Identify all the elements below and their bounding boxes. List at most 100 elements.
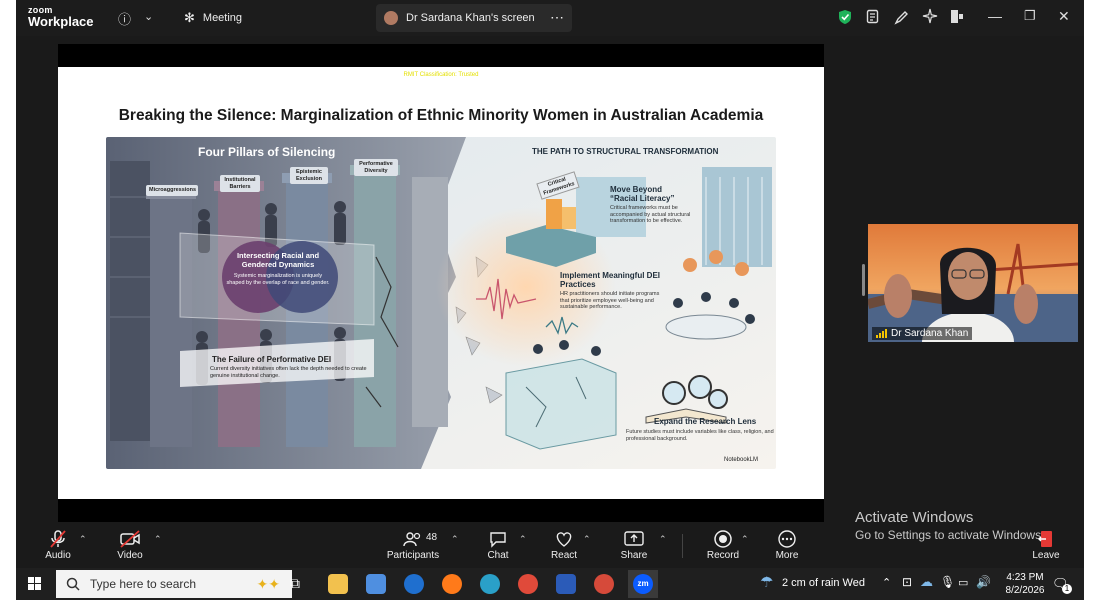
microphone-muted-icon xyxy=(50,530,66,548)
tray-overflow-icon[interactable]: ⌃ xyxy=(882,576,891,589)
participants-count: 48 xyxy=(426,532,438,543)
move-beyond-title: Move Beyond “Racial Literacy” xyxy=(610,185,675,203)
close-icon[interactable]: ✕ xyxy=(1058,8,1070,25)
share-options-caret[interactable]: ⌃ xyxy=(659,534,667,545)
windows-taskbar: Type here to search ✦✦ ⧉ zm ☂ 2 cm of ra… xyxy=(16,568,1084,600)
leave-button[interactable]: Leave xyxy=(1018,528,1074,561)
meeting-controls: Audio ⌃ Video ⌃ Participants 48 ⌃ Chat ⌃… xyxy=(16,524,1084,568)
weather-text[interactable]: 2 cm of rain Wed xyxy=(782,577,865,589)
toolbar-divider xyxy=(682,534,683,558)
participant-name-tag: Dr Sardana Khan xyxy=(872,327,973,340)
video-feed xyxy=(868,224,1078,342)
task-view-icon[interactable]: ⧉ xyxy=(290,575,300,592)
pillar-label-performative-diversity: Performative Diversity xyxy=(354,159,398,176)
onedrive-cloud-icon[interactable]: ☁ xyxy=(920,574,933,590)
edge-icon[interactable] xyxy=(480,574,500,594)
shared-screen-view: RMIT Classification: Trusted Breaking th… xyxy=(58,44,824,522)
audio-label: Audio xyxy=(45,550,71,561)
chevron-down-icon[interactable]: ⌄ xyxy=(144,10,153,23)
more-label: More xyxy=(775,550,799,561)
zoom-app-icon: zm xyxy=(633,574,653,594)
paw-icon: ✻ xyxy=(184,10,195,25)
tab-shared-screen[interactable]: Dr Sardana Khan's screen ⋯ xyxy=(376,4,572,32)
chrome-profile-icon[interactable] xyxy=(594,574,614,594)
left-header: Four Pillars of Silencing xyxy=(198,145,336,159)
participants-options-caret[interactable]: ⌃ xyxy=(451,534,459,545)
chat-button[interactable]: Chat xyxy=(470,528,526,561)
apps-panel-icon[interactable] xyxy=(950,9,964,25)
react-label: React xyxy=(550,550,578,561)
notes-icon[interactable] xyxy=(866,9,880,25)
participant-video-tile[interactable]: Dr Sardana Khan xyxy=(868,224,1078,342)
camera-off-icon xyxy=(120,530,140,548)
leave-label: Leave xyxy=(1032,550,1060,561)
search-icon xyxy=(66,577,80,591)
taskbar-clock[interactable]: 4:23 PM 8/2/2026 xyxy=(1000,571,1050,597)
zoom-taskbar-button[interactable]: zm xyxy=(628,570,658,598)
pillar-label-epistemic-exclusion: Epistemic Exclusion xyxy=(290,167,328,184)
venn-title: Intersecting Racial and Gendered Dynamic… xyxy=(236,251,320,269)
info-icon[interactable]: ⓘ xyxy=(118,9,131,28)
search-placeholder: Type here to search xyxy=(90,577,197,591)
presentation-slide: RMIT Classification: Trusted Breaking th… xyxy=(58,67,824,499)
shield-icon[interactable] xyxy=(838,9,852,25)
video-label: Video xyxy=(117,550,143,561)
venn-text: Systemic marginalization is uniquely sha… xyxy=(226,273,330,286)
outlook-icon[interactable] xyxy=(404,574,424,594)
audio-button[interactable]: Audio xyxy=(30,528,86,561)
right-header: THE PATH TO STRUCTURAL TRANSFORMATION xyxy=(532,147,719,156)
heart-icon xyxy=(556,532,572,547)
whiteboard-pen-icon[interactable] xyxy=(894,9,910,25)
windows-start-icon[interactable] xyxy=(28,577,42,591)
tab-meeting[interactable]: ✻ Meeting xyxy=(176,4,250,32)
tray-mic-icon[interactable]: 🎙 xyxy=(940,575,955,589)
participants-icon xyxy=(403,532,421,547)
chat-label: Chat xyxy=(487,550,509,561)
signal-strength-icon xyxy=(876,329,887,338)
react-options-caret[interactable]: ⌃ xyxy=(583,534,591,545)
dei-practices-title: Implement Meaningful DEI Practices xyxy=(560,271,661,289)
record-options-caret[interactable]: ⌃ xyxy=(741,534,749,545)
chat-options-caret[interactable]: ⌃ xyxy=(519,534,527,545)
audio-options-caret[interactable]: ⌃ xyxy=(79,534,87,545)
more-options-icon[interactable]: ⋯ xyxy=(550,9,564,26)
ai-sparkle-icon[interactable] xyxy=(922,8,938,24)
restore-icon[interactable]: ❐ xyxy=(1024,8,1036,24)
infographic: Four Pillars of Silencing THE PATH TO ST… xyxy=(106,137,776,469)
file-explorer-icon[interactable] xyxy=(328,574,348,594)
record-label: Record xyxy=(706,550,740,561)
resize-handle[interactable] xyxy=(862,264,865,296)
notification-center[interactable]: 🗨 1 xyxy=(1052,575,1072,594)
minimize-icon[interactable]: — xyxy=(988,8,1002,24)
firefox-icon[interactable] xyxy=(442,574,462,594)
microsoft-store-icon[interactable] xyxy=(366,574,386,594)
tab-meeting-label: Meeting xyxy=(202,12,243,24)
weather-rain-icon[interactable]: ☂ xyxy=(760,573,773,591)
pillar-label-institutional-barriers: Institutional Barriers xyxy=(220,175,260,192)
more-button[interactable]: More xyxy=(759,528,815,561)
tray-camera-icon[interactable]: ⊡ xyxy=(902,575,912,589)
dei-practices-text: HR practitioners should initiate program… xyxy=(560,291,660,310)
pillar-label-microaggressions: Microaggressions xyxy=(146,185,198,196)
research-lens-text: Future studies must include variables li… xyxy=(626,429,774,442)
video-button[interactable]: Video xyxy=(102,528,158,561)
failure-text: Current diversity initiatives often lack… xyxy=(210,366,367,379)
chat-icon xyxy=(490,532,506,548)
move-beyond-text: Critical frameworks must be accompanied … xyxy=(610,205,691,224)
battery-icon[interactable]: ▭ xyxy=(958,576,968,589)
search-highlight-sparkle-icon: ✦✦ xyxy=(256,575,280,592)
chrome-icon[interactable] xyxy=(518,574,538,594)
share-button[interactable]: Share xyxy=(606,528,662,561)
word-icon[interactable] xyxy=(556,574,576,594)
failure-title: The Failure of Performative DEI xyxy=(212,355,332,364)
share-label: Share xyxy=(620,550,648,561)
volume-icon[interactable]: 🔊 xyxy=(976,575,991,589)
leave-door-icon xyxy=(1038,531,1052,547)
zoom-logo: zoom Workplace xyxy=(28,5,94,28)
share-screen-icon xyxy=(624,531,644,546)
taskbar-search-box[interactable]: Type here to search ✦✦ xyxy=(56,570,292,598)
title-bar: zoom Workplace ⓘ ⌄ ✻ Meeting Dr Sardana … xyxy=(16,0,1084,36)
avatar xyxy=(384,11,398,25)
clock-time: 4:23 PM xyxy=(1006,572,1044,583)
video-options-caret[interactable]: ⌃ xyxy=(154,534,162,545)
